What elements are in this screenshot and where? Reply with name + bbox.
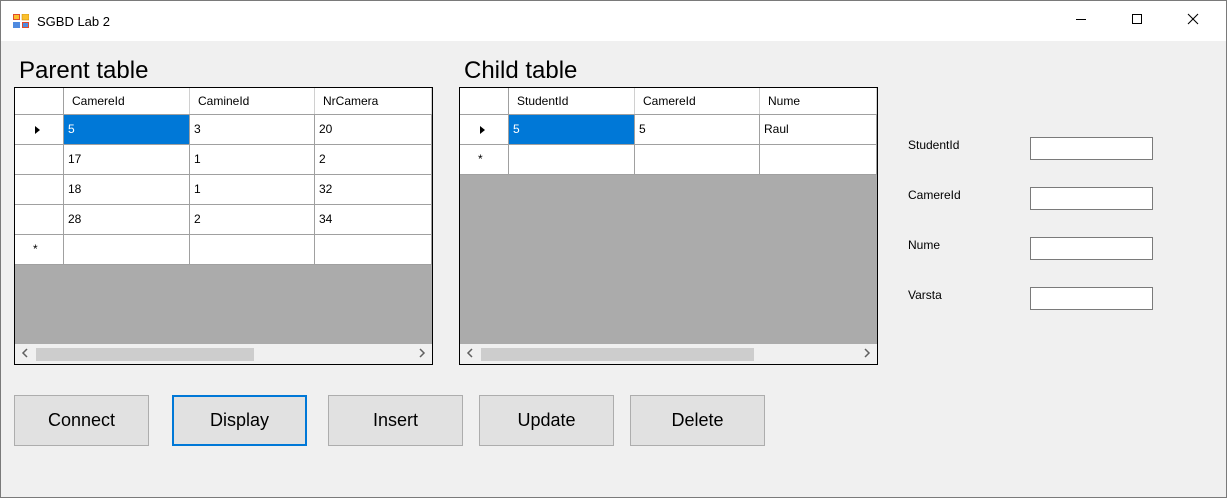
row-pointer-icon <box>480 126 485 134</box>
table-row[interactable]: 17 1 2 <box>15 145 432 175</box>
table-row[interactable]: 5 5 Raul <box>460 115 877 145</box>
camereid-field[interactable] <box>1030 187 1153 210</box>
row-header[interactable]: * <box>460 145 509 175</box>
display-button[interactable]: Display <box>172 395 307 446</box>
new-row-marker: * <box>33 242 38 256</box>
app-window: SGBD Lab 2 Parent table CamereId CamineI… <box>0 0 1227 498</box>
scroll-right-button[interactable] <box>412 344 432 364</box>
child-table-label: Child table <box>464 57 578 84</box>
new-row-marker: * <box>478 152 483 166</box>
table-cell[interactable]: 5 <box>509 115 635 145</box>
table-cell[interactable] <box>760 145 877 175</box>
close-icon <box>1187 12 1199 30</box>
row-header-corner <box>15 88 64 114</box>
field-label-studentid: StudentId <box>908 138 960 152</box>
varsta-field[interactable] <box>1030 287 1153 310</box>
scroll-right-icon <box>863 345 871 363</box>
table-cell[interactable]: 5 <box>635 115 760 145</box>
field-label-nume: Nume <box>908 238 941 252</box>
table-cell[interactable]: 32 <box>315 175 432 205</box>
row-header[interactable] <box>15 175 64 205</box>
child-table-grid[interactable]: StudentId CamereId Nume 5 5 Raul * <box>459 87 878 365</box>
table-cell[interactable] <box>635 145 760 175</box>
window-title: SGBD Lab 2 <box>37 14 110 29</box>
scroll-right-button[interactable] <box>857 344 877 364</box>
scroll-left-icon <box>21 345 29 363</box>
parent-table-grid[interactable]: CamereId CamineId NrCamera 5 3 20 17 1 2… <box>14 87 433 365</box>
update-button[interactable]: Update <box>479 395 614 446</box>
column-header-camereid[interactable]: CamereId <box>635 88 760 114</box>
table-cell[interactable]: 1 <box>190 145 315 175</box>
table-row[interactable]: 28 2 34 <box>15 205 432 235</box>
row-header-corner <box>460 88 509 114</box>
row-header[interactable] <box>15 145 64 175</box>
column-header-studentid[interactable]: StudentId <box>509 88 635 114</box>
app-icon <box>13 13 30 28</box>
parent-table-label: Parent table <box>19 57 149 84</box>
table-cell[interactable]: Raul <box>760 115 877 145</box>
field-label-camereid: CamereId <box>908 188 961 202</box>
table-cell[interactable]: 2 <box>190 205 315 235</box>
title-bar[interactable]: SGBD Lab 2 <box>1 1 1226 41</box>
scroll-left-button[interactable] <box>460 344 480 364</box>
field-label-varsta: Varsta <box>908 288 942 302</box>
table-cell[interactable]: 1 <box>190 175 315 205</box>
row-header[interactable] <box>15 115 64 145</box>
row-pointer-icon <box>35 126 40 134</box>
table-row[interactable]: 5 3 20 <box>15 115 432 145</box>
nume-field[interactable] <box>1030 237 1153 260</box>
horizontal-scrollbar[interactable] <box>460 344 877 364</box>
table-cell[interactable]: 18 <box>64 175 190 205</box>
table-cell[interactable]: 20 <box>315 115 432 145</box>
new-row[interactable]: * <box>460 145 877 175</box>
scrollbar-thumb[interactable] <box>481 348 754 361</box>
insert-button[interactable]: Insert <box>328 395 463 446</box>
column-header-camereid[interactable]: CamereId <box>64 88 190 114</box>
scroll-left-button[interactable] <box>15 344 35 364</box>
delete-button[interactable]: Delete <box>630 395 765 446</box>
scroll-left-icon <box>466 345 474 363</box>
maximize-icon <box>1131 12 1143 30</box>
connect-button[interactable]: Connect <box>14 395 149 446</box>
grid-header: StudentId CamereId Nume <box>460 88 877 115</box>
row-header[interactable]: * <box>15 235 64 265</box>
table-cell[interactable] <box>509 145 635 175</box>
minimize-button[interactable] <box>1053 1 1109 41</box>
close-button[interactable] <box>1165 1 1221 41</box>
table-cell[interactable]: 3 <box>190 115 315 145</box>
scrollbar-thumb[interactable] <box>36 348 254 361</box>
table-cell[interactable]: 28 <box>64 205 190 235</box>
table-cell[interactable]: 17 <box>64 145 190 175</box>
table-cell[interactable] <box>190 235 315 265</box>
studentid-field[interactable] <box>1030 137 1153 160</box>
table-cell[interactable]: 2 <box>315 145 432 175</box>
column-header-nume[interactable]: Nume <box>760 88 877 114</box>
row-header[interactable] <box>15 205 64 235</box>
table-cell[interactable] <box>315 235 432 265</box>
table-cell[interactable]: 34 <box>315 205 432 235</box>
table-cell[interactable] <box>64 235 190 265</box>
minimize-icon <box>1075 12 1087 30</box>
column-header-camineid[interactable]: CamineId <box>190 88 315 114</box>
row-header[interactable] <box>460 115 509 145</box>
scroll-right-icon <box>418 345 426 363</box>
horizontal-scrollbar[interactable] <box>15 344 432 364</box>
grid-header: CamereId CamineId NrCamera <box>15 88 432 115</box>
maximize-button[interactable] <box>1109 1 1165 41</box>
table-cell[interactable]: 5 <box>64 115 190 145</box>
table-row[interactable]: 18 1 32 <box>15 175 432 205</box>
new-row[interactable]: * <box>15 235 432 265</box>
column-header-nrcamera[interactable]: NrCamera <box>315 88 432 114</box>
